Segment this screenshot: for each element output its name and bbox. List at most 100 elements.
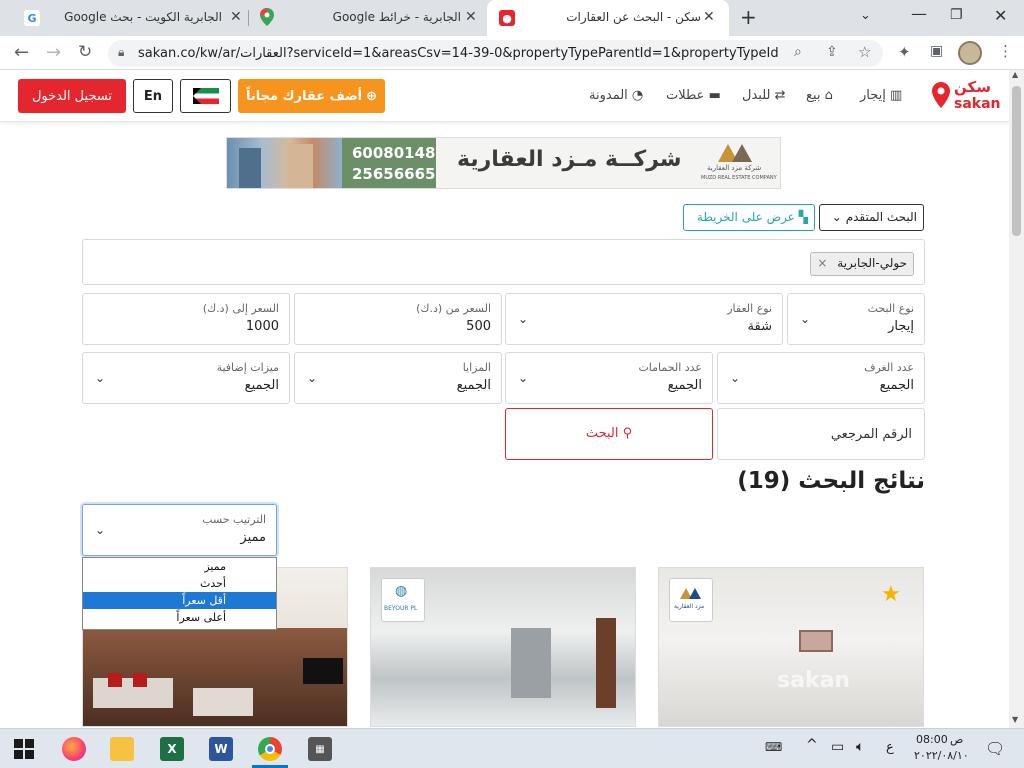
- agency-logo-text: BEYOUR PL: [384, 605, 418, 612]
- nav-holidays[interactable]: ▬ عطلات: [666, 88, 721, 103]
- windows-start-icon[interactable]: [14, 739, 34, 759]
- clock-time[interactable]: 08:00: [916, 733, 948, 746]
- side-panel-icon[interactable]: ▣: [930, 43, 943, 59]
- nav-exchange[interactable]: ⇄ للبدل: [742, 88, 786, 103]
- baths-value: الجميع: [667, 378, 702, 393]
- chevron-down-icon: ⌄: [95, 523, 106, 537]
- property-card[interactable]: ◍ BEYOUR PL: [370, 567, 636, 727]
- tab-sakan[interactable]: ● سكن - البحث عن العقارات ✕: [487, 0, 729, 36]
- scrollbar-thumb[interactable]: [1012, 86, 1021, 236]
- sort-option-newest[interactable]: أحدث: [83, 575, 276, 592]
- chevron-down-icon: ⌄: [518, 312, 529, 326]
- forward-icon[interactable]: →: [46, 42, 61, 63]
- sort-option-lowest-price[interactable]: أقل سعراً: [83, 592, 276, 609]
- tab-title: سكن - البحث عن العقارات: [566, 10, 701, 24]
- tab-google-maps[interactable]: الجابرية - خرائط Google ✕: [249, 0, 487, 36]
- menu-dots-icon[interactable]: ⋮: [998, 42, 1013, 60]
- excel-icon[interactable]: X: [160, 737, 184, 761]
- maps-pin-icon: [259, 8, 275, 26]
- chrome-icon[interactable]: [258, 737, 282, 761]
- area-tags-input[interactable]: حولي-الجابرية ×: [82, 239, 925, 285]
- property-type-label: نوع العقار: [727, 302, 772, 315]
- logo-text-ar: سكن: [954, 78, 991, 96]
- advertisement-banner[interactable]: 60080148 25656665 شركــة مـزد العقارية ش…: [226, 137, 781, 189]
- sort-option-featured[interactable]: مميز: [83, 558, 276, 575]
- globe-icon: ◍: [395, 583, 408, 599]
- chevron-down-icon: ⌄: [518, 371, 529, 385]
- tab-title: الجابرية الكويت - بحث Google: [64, 10, 222, 24]
- extra-features-value: الجميع: [244, 378, 279, 393]
- back-icon[interactable]: ←: [14, 42, 29, 63]
- clock-date[interactable]: ٢٠٢٢/٠٨/١٠: [914, 749, 969, 762]
- page-scrollbar[interactable]: ▲ ▼: [1009, 70, 1024, 728]
- reference-number-placeholder: الرقم المرجعي: [830, 427, 912, 442]
- close-icon[interactable]: ✕: [465, 9, 477, 25]
- keyboard-icon[interactable]: ⌨︎: [765, 740, 782, 754]
- close-icon[interactable]: ✕: [230, 9, 242, 25]
- muzd-logo: شركة مزد العقارية MUZD REAL ESTATE COMPA…: [701, 142, 777, 186]
- close-window-icon[interactable]: ✕: [994, 6, 1007, 25]
- extra-features-label: ميزات إضافية: [216, 361, 279, 374]
- advanced-search-button[interactable]: البحث المتقدم ⌄: [819, 204, 924, 231]
- browser-tab-strip: G الجابرية الكويت - بحث Google ✕ الجابري…: [0, 0, 1024, 36]
- kuwait-flag-button[interactable]: [180, 79, 231, 113]
- tab-search-icon[interactable]: ⌄: [860, 8, 871, 23]
- tab-title: الجابرية - خرائط Google: [332, 10, 461, 24]
- phone-number-2: 25656665: [352, 165, 436, 183]
- login-button[interactable]: تسجيل الدخول: [18, 79, 126, 113]
- scroll-down-icon[interactable]: ▼: [1012, 715, 1018, 724]
- add-property-button[interactable]: ⊕ أضف عقارك مجاناً: [238, 79, 385, 113]
- building-icon: ▥: [890, 88, 903, 103]
- sort-select[interactable]: الترتيب حسب مميز ⌄: [82, 504, 277, 556]
- rooms-select[interactable]: عدد الغرف الجميع ⌄: [717, 352, 925, 404]
- tag-remove-icon[interactable]: ×: [817, 256, 827, 270]
- profile-avatar[interactable]: [958, 41, 982, 65]
- area-tag-label: حولي-الجابرية: [837, 256, 907, 270]
- nav-holidays-label: عطلات: [666, 88, 705, 103]
- zoom-search-icon[interactable]: ⌕: [794, 44, 802, 60]
- chevron-down-icon: ⌄: [800, 312, 811, 326]
- volume-icon[interactable]: 🔈︎: [856, 739, 864, 755]
- new-tab-button[interactable]: +: [740, 5, 757, 29]
- nav-rent[interactable]: ▥ إيجار: [860, 88, 902, 103]
- map-icon: ▚: [798, 210, 808, 224]
- chevron-down-icon: ⌄: [831, 210, 842, 224]
- file-explorer-icon[interactable]: [110, 737, 134, 761]
- nav-blog[interactable]: ◔ المدونة: [589, 88, 643, 103]
- reference-number-input[interactable]: الرقم المرجعي: [717, 408, 925, 460]
- scroll-up-icon[interactable]: ▲: [1012, 70, 1018, 79]
- language-button[interactable]: En: [133, 79, 173, 113]
- close-icon[interactable]: ✕: [703, 9, 715, 25]
- search-type-select[interactable]: نوع البحث إيجار ⌄: [787, 293, 925, 345]
- calculator-icon[interactable]: ▦: [308, 737, 332, 761]
- address-bar[interactable]: 🔒︎ sakan.co/kw/ar/العقارات?serviceId=1&a…: [108, 40, 883, 67]
- map-view-button[interactable]: ▚ عرض على الخريطة: [683, 204, 815, 231]
- minimize-icon[interactable]: —: [911, 4, 927, 23]
- network-icon[interactable]: ▭: [831, 739, 844, 755]
- notification-icon[interactable]: 🗨︎: [985, 739, 1005, 758]
- baths-select[interactable]: عدد الحمامات الجميع ⌄: [505, 352, 713, 404]
- extra-features-select[interactable]: ميزات إضافية الجميع ⌄: [82, 352, 290, 404]
- tray-expand-icon[interactable]: ^: [806, 737, 818, 753]
- tab-google-search[interactable]: G الجابرية الكويت - بحث Google ✕: [8, 0, 248, 36]
- reload-icon[interactable]: ↻: [78, 42, 92, 62]
- features-select[interactable]: المزايا الجميع ⌄: [294, 352, 502, 404]
- sort-option-highest-price[interactable]: أعلى سعراً: [83, 609, 276, 626]
- language-indicator[interactable]: ع: [886, 740, 894, 755]
- chevron-down-icon: ⌄: [307, 371, 318, 385]
- property-type-select[interactable]: نوع العقار شقة ⌄: [505, 293, 783, 345]
- firefox-icon[interactable]: [62, 737, 86, 761]
- sakan-logo[interactable]: سكن sakan: [932, 78, 1001, 114]
- word-icon[interactable]: W: [209, 737, 233, 761]
- nav-sale[interactable]: ⌂ بيع: [806, 88, 833, 103]
- price-from-input[interactable]: السعر من (د.ك) 500: [294, 293, 502, 345]
- property-card[interactable]: مزد العقارية ★ sakan: [658, 567, 924, 727]
- search-button[interactable]: ⚲ البحث: [505, 408, 713, 460]
- restore-icon[interactable]: ❐: [950, 7, 963, 23]
- share-icon[interactable]: ⇪: [826, 44, 838, 60]
- baths-label: عدد الحمامات: [638, 361, 702, 374]
- bookmark-star-icon[interactable]: ☆: [858, 43, 871, 61]
- price-to-input[interactable]: السعر إلى (د.ك) 1000: [82, 293, 290, 345]
- area-tag[interactable]: حولي-الجابرية ×: [810, 252, 914, 276]
- extensions-icon[interactable]: ✦: [898, 43, 911, 61]
